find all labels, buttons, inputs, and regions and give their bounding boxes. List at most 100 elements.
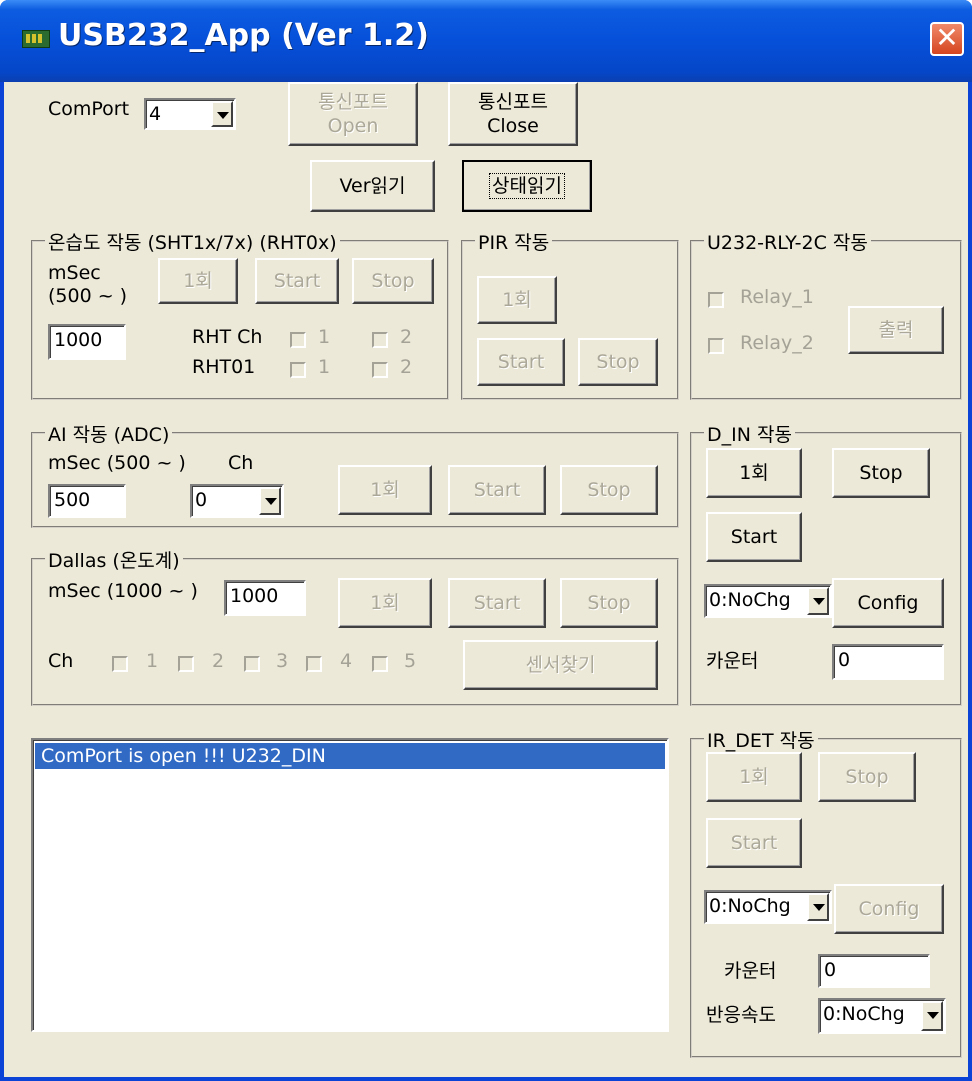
pir-stop-button[interactable]: Stop	[578, 338, 658, 386]
dallas-once-button[interactable]: 1회	[338, 578, 432, 628]
irdet-config-button[interactable]: Config	[834, 884, 944, 934]
rht-once-button[interactable]: 1회	[158, 258, 238, 304]
port-close-button[interactable]: 통신포트 Close	[448, 82, 578, 146]
din-config-label: Config	[857, 592, 919, 614]
dallas-once-label: 1회	[370, 592, 400, 614]
irdet-config-label: Config	[858, 898, 920, 920]
rht01-ch2-checkbox[interactable]	[372, 362, 388, 378]
ver-read-button[interactable]: Ver읽기	[310, 160, 435, 212]
dallas-ch1-checkbox[interactable]	[112, 656, 128, 672]
irdet-stop-button[interactable]: Stop	[818, 752, 916, 802]
irdet-counter-label: 카운터	[724, 960, 777, 982]
dallas-ch1-label: 1	[146, 650, 159, 672]
ai-start-label: Start	[473, 479, 521, 501]
ai-stop-button[interactable]: Stop	[560, 465, 658, 515]
din-once-label: 1회	[739, 462, 769, 484]
rht01-label: RHT01	[192, 356, 256, 378]
app-icon	[22, 30, 50, 48]
dallas-ch3-checkbox[interactable]	[244, 656, 260, 672]
pir-start-label: Start	[497, 351, 545, 373]
rht-stop-button[interactable]: Stop	[352, 258, 434, 304]
rht-interval-input[interactable]: 1000	[48, 324, 126, 360]
ai-once-button[interactable]: 1회	[338, 465, 432, 515]
close-button[interactable]: ✕	[930, 21, 964, 56]
dallas-ch4-checkbox[interactable]	[306, 656, 322, 672]
ai-channel-select[interactable]: 0	[190, 484, 284, 518]
dallas-start-button[interactable]: Start	[448, 578, 546, 628]
dallas-start-label: Start	[473, 592, 521, 614]
irdet-counter-input[interactable]: 0	[818, 954, 930, 988]
relay1-checkbox[interactable]	[708, 292, 724, 308]
pir-start-button[interactable]: Start	[477, 338, 565, 386]
dallas-legend: Dallas (온도계)	[45, 546, 183, 573]
state-read-label: 상태읽기	[489, 173, 565, 199]
din-legend: D_IN 작동	[704, 420, 795, 447]
pir-once-button[interactable]: 1회	[477, 276, 557, 324]
din-counter-input[interactable]: 0	[832, 644, 944, 680]
dallas-ch3-label: 3	[276, 650, 289, 672]
ai-start-button[interactable]: Start	[448, 465, 546, 515]
chevron-down-icon[interactable]	[921, 1001, 943, 1031]
relay-legend: U232-RLY-2C 작동	[704, 228, 871, 255]
din-stop-button[interactable]: Stop	[832, 448, 930, 498]
rht-ch2-checkbox[interactable]	[372, 332, 388, 348]
irdet-stop-label: Stop	[845, 766, 889, 788]
relay2-label: Relay_2	[740, 332, 814, 354]
dallas-find-button[interactable]: 센서찾기	[463, 640, 658, 690]
pir-stop-label: Stop	[596, 351, 640, 373]
din-start-button[interactable]: Start	[706, 512, 802, 562]
ver-read-label: Ver읽기	[339, 175, 406, 197]
irdet-mode-value: 0:NoChg	[709, 895, 791, 917]
pir-legend: PIR 작동	[475, 228, 553, 255]
chevron-down-icon[interactable]	[807, 587, 829, 615]
relay-output-button[interactable]: 출력	[848, 306, 944, 354]
din-once-button[interactable]: 1회	[706, 448, 802, 498]
ai-legend: AI 작동 (ADC)	[45, 420, 173, 447]
port-close-line1: 통신포트	[478, 91, 548, 113]
irdet-start-button[interactable]: Start	[706, 818, 802, 868]
dallas-ch2-checkbox[interactable]	[178, 656, 194, 672]
dallas-stop-button[interactable]: Stop	[560, 578, 658, 628]
port-open-button[interactable]: 통신포트 Open	[288, 82, 418, 146]
window-title: USB232_App (Ver 1.2)	[58, 18, 429, 53]
title-bar[interactable]: USB232_App (Ver 1.2) ✕	[0, 0, 972, 82]
dallas-msec-label: mSec (1000 ~ )	[48, 580, 198, 602]
irdet-once-label: 1회	[739, 766, 769, 788]
irdet-once-button[interactable]: 1회	[706, 752, 802, 802]
relay2-checkbox[interactable]	[708, 338, 724, 354]
comport-value: 4	[149, 103, 162, 125]
din-config-button[interactable]: Config	[832, 578, 944, 628]
irdet-speed-select[interactable]: 0:NoChg	[818, 998, 946, 1034]
rht-ch-label: RHT Ch	[192, 326, 263, 348]
rht-msec-label2: (500 ~ )	[48, 285, 128, 307]
irdet-mode-select[interactable]: 0:NoChg	[704, 890, 832, 924]
dallas-ch-label: Ch	[48, 650, 74, 672]
dallas-ch5-checkbox[interactable]	[372, 656, 388, 672]
irdet-speed-label: 반응속도	[706, 1004, 776, 1026]
relay-output-label: 출력	[878, 319, 914, 341]
log-line[interactable]: ComPort is open !!! U232_DIN	[35, 743, 665, 769]
ai-ch-label: Ch	[228, 452, 254, 474]
ai-interval-input[interactable]: 500	[48, 484, 126, 518]
din-mode-select[interactable]: 0:NoChg	[704, 584, 832, 618]
rht-start-button[interactable]: Start	[255, 258, 339, 304]
rht-ch2-label: 2	[400, 326, 413, 348]
log-list[interactable]: ComPort is open !!! U232_DIN	[31, 738, 669, 1032]
chevron-down-icon[interactable]	[211, 101, 233, 127]
rht-legend: 온습도 작동 (SHT1x/7x) (RHT0x)	[45, 228, 340, 255]
ai-stop-label: Stop	[587, 479, 631, 501]
dallas-interval-input[interactable]: 1000	[224, 580, 306, 616]
rht-ch1-checkbox[interactable]	[290, 332, 306, 348]
rht-once-label: 1회	[183, 270, 213, 292]
close-icon: ✕	[935, 21, 959, 54]
rht01-ch1-checkbox[interactable]	[290, 362, 306, 378]
chevron-down-icon[interactable]	[259, 487, 281, 515]
irdet-start-label: Start	[730, 832, 778, 854]
state-read-button[interactable]: 상태읽기	[462, 160, 592, 212]
port-open-line1: 통신포트	[318, 91, 388, 113]
chevron-down-icon[interactable]	[807, 893, 829, 921]
rht-ch1-label: 1	[318, 326, 331, 348]
comport-select[interactable]: 4	[144, 98, 236, 130]
dallas-stop-label: Stop	[587, 592, 631, 614]
rht01-ch1-label: 1	[318, 356, 331, 378]
